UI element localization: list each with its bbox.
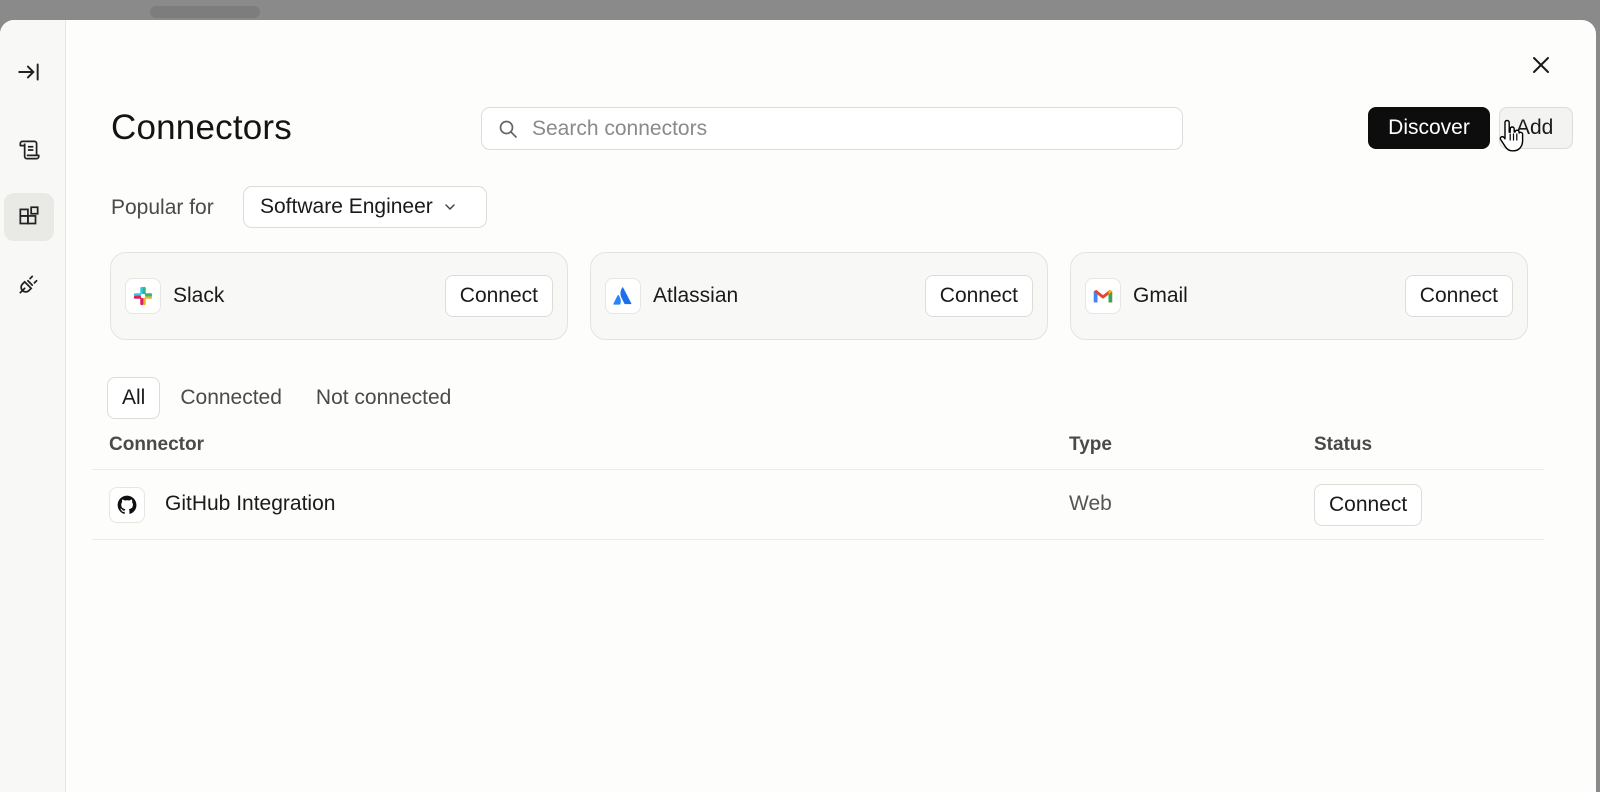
connectors-table: Connector Type Status GitHub Integration… — [92, 428, 1544, 540]
scroll-icon — [19, 140, 40, 160]
github-icon — [117, 495, 137, 514]
column-header-status: Status — [1314, 434, 1373, 455]
slack-icon — [133, 286, 153, 306]
popular-for-label: Popular for — [111, 196, 214, 219]
backdrop-window-hint — [150, 6, 260, 18]
sidebar-item-collapse[interactable] — [4, 48, 54, 96]
add-button[interactable]: Add — [1499, 107, 1573, 149]
connect-atlassian-button[interactable]: Connect — [924, 275, 1033, 317]
role-dropdown[interactable]: Software Engineer — [243, 186, 487, 228]
gmail-icon — [1093, 289, 1113, 303]
tab-all[interactable]: All — [107, 377, 161, 419]
discover-button[interactable]: Discover — [1368, 107, 1490, 149]
table-header: Connector Type Status — [92, 428, 1544, 470]
collapse-panel-icon — [18, 63, 39, 81]
column-header-type: Type — [1069, 434, 1112, 455]
page-title: Connectors — [111, 108, 292, 147]
connector-type: Web — [1069, 492, 1112, 515]
close-button[interactable] — [1526, 50, 1556, 80]
plug-icon — [19, 275, 38, 294]
column-header-connector: Connector — [109, 434, 204, 455]
connect-gmail-button[interactable]: Connect — [1404, 275, 1513, 317]
table-row[interactable]: GitHub Integration Web Connect — [92, 470, 1544, 540]
sidebar-item-plug[interactable] — [4, 260, 54, 308]
atlassian-icon — [613, 287, 632, 305]
filter-tabs: All Connected Not connected — [107, 377, 471, 419]
sidebar-rail — [0, 20, 66, 792]
connectors-modal: Connectors Discover Add Popular for Soft… — [0, 20, 1596, 792]
app-icon-tile — [125, 278, 161, 314]
close-icon — [1533, 57, 1549, 73]
tab-not-connected[interactable]: Not connected — [302, 377, 465, 419]
featured-card-atlassian: Atlassian Connect — [590, 252, 1048, 340]
connector-name: GitHub Integration — [165, 492, 336, 515]
connect-slack-button[interactable]: Connect — [444, 275, 553, 317]
main-panel: Connectors Discover Add Popular for Soft… — [66, 20, 1596, 792]
featured-card-name: Atlassian — [653, 284, 739, 307]
search-icon — [499, 120, 517, 138]
app-icon-tile — [109, 487, 145, 523]
app-icon-tile — [1085, 278, 1121, 314]
chevron-down-icon — [445, 204, 455, 210]
search-input[interactable] — [532, 116, 1172, 141]
sidebar-item-connectors[interactable] — [4, 193, 54, 241]
featured-card-gmail: Gmail Connect — [1070, 252, 1528, 340]
search-box[interactable] — [481, 107, 1183, 150]
tab-connected[interactable]: Connected — [166, 377, 296, 419]
featured-card-name: Slack — [173, 284, 225, 307]
connect-github-button[interactable]: Connect — [1314, 484, 1423, 526]
role-dropdown-value: Software Engineer — [260, 195, 433, 218]
app-icon-tile — [605, 278, 641, 314]
sidebar-item-scroll[interactable] — [4, 126, 54, 174]
blocks-icon — [19, 206, 39, 225]
featured-card-slack: Slack Connect — [110, 252, 568, 340]
featured-card-name: Gmail — [1133, 284, 1188, 307]
